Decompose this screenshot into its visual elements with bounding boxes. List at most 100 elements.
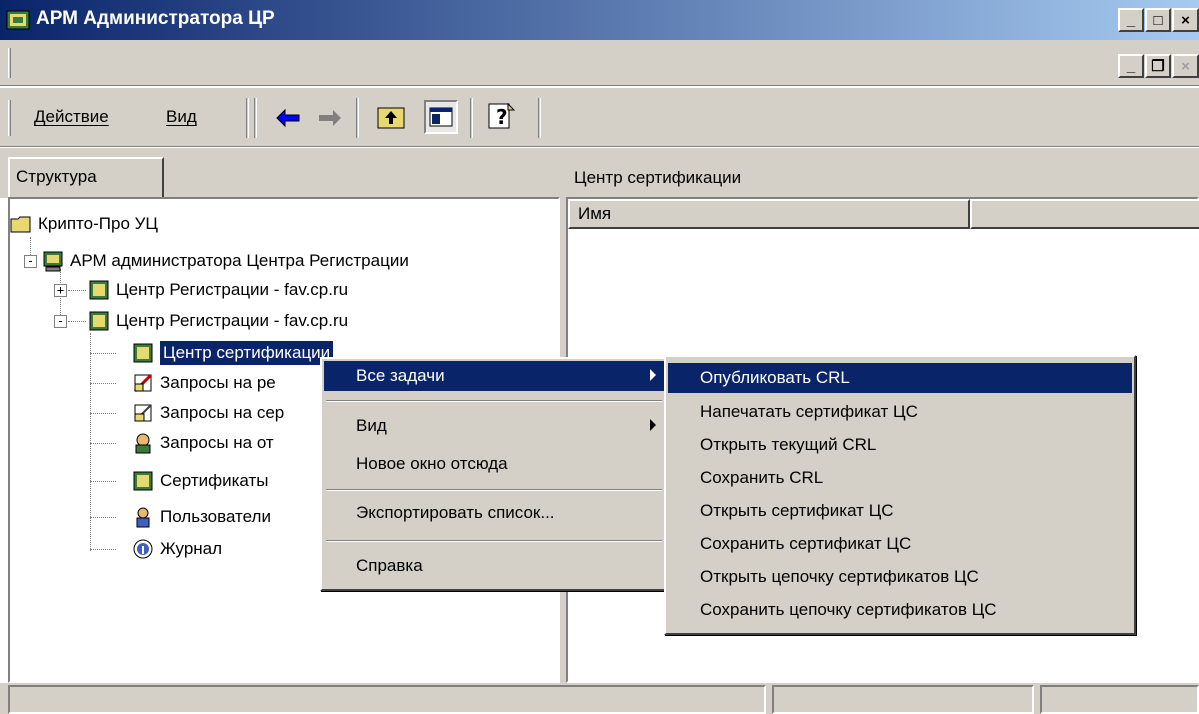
menu-item-view[interactable]: Вид xyxy=(324,411,664,441)
help-icon[interactable]: ? xyxy=(486,100,518,132)
tree-item-root[interactable]: Крипто-Про УЦ xyxy=(10,209,158,239)
menu-separator xyxy=(326,540,662,542)
collapse-toggle[interactable]: - xyxy=(54,315,67,328)
action-menu[interactable]: Действие xyxy=(34,107,109,127)
menu-item-label: Напечатать сертификат ЦС xyxy=(700,402,918,421)
child-close-button[interactable]: × xyxy=(1172,54,1199,78)
mmc-icon[interactable] xyxy=(6,8,30,32)
tree-item-log[interactable]: Журнал xyxy=(132,534,222,564)
column-header-name[interactable]: Имя xyxy=(568,199,970,229)
menu-item-label: Вид xyxy=(356,416,387,435)
menu-separator xyxy=(326,400,662,402)
submenu-item-save-ca-cert[interactable]: Сохранить сертификат ЦС xyxy=(668,529,1132,559)
tree-item-ca[interactable]: Центр сертификации xyxy=(132,338,334,368)
tree-item-arm[interactable]: АРМ администратора Центра Регистрации xyxy=(42,246,409,276)
tree-line xyxy=(90,353,116,354)
menu-item-label: Экспортировать список... xyxy=(356,503,555,522)
menu-item-new-window[interactable]: Новое окно отсюда xyxy=(324,449,664,479)
submenu-item-open-ca-cert[interactable]: Открыть сертификат ЦС xyxy=(668,496,1132,526)
up-folder-icon[interactable] xyxy=(376,102,406,132)
toolbar-grip xyxy=(8,100,11,136)
tab-structure-label: Структура xyxy=(16,167,97,186)
child-minimize-button[interactable]: _ xyxy=(1118,54,1144,78)
tree-item-center1[interactable]: Центр Регистрации - fav.cp.ru xyxy=(88,275,348,305)
tree-line xyxy=(90,481,116,482)
cert-icon xyxy=(132,342,154,364)
submenu-all-tasks[interactable]: Опубликовать CRL Напечатать сертификат Ц… xyxy=(664,355,1136,635)
expand-toggle[interactable]: + xyxy=(54,284,67,297)
tree-line xyxy=(68,321,86,322)
column-header-2[interactable] xyxy=(970,199,1199,229)
maximize-button[interactable]: □ xyxy=(1145,8,1171,32)
column-header-label: Имя xyxy=(578,204,612,223)
tree-label-selected: Центр сертификации xyxy=(160,341,334,365)
menu-separator xyxy=(326,489,662,491)
close-button[interactable]: × xyxy=(1172,8,1199,32)
svg-text:?: ? xyxy=(496,105,508,129)
tree-label: Центр Регистрации - fav.cp.ru xyxy=(116,311,349,330)
tree-line xyxy=(90,333,91,551)
menu-item-label: Сохранить цепочку сертификатов ЦС xyxy=(700,600,997,619)
cert-icon xyxy=(88,310,110,332)
view-menu[interactable]: Вид xyxy=(166,107,197,127)
user-request-icon xyxy=(132,432,154,454)
request-icon xyxy=(132,372,154,394)
collapse-toggle[interactable]: - xyxy=(24,255,37,268)
tree-item-certs[interactable]: Сертификаты xyxy=(132,466,268,496)
menu-item-label: Открыть цепочку сертификатов ЦС xyxy=(700,567,979,586)
tree-label: Запросы на ре xyxy=(160,373,276,392)
folder-icon xyxy=(10,213,32,235)
menu-item-help[interactable]: Справка xyxy=(324,551,664,581)
tree-item-req3[interactable]: Запросы на от xyxy=(132,428,274,458)
tree-label: Журнал xyxy=(160,539,223,558)
cert-icon xyxy=(132,470,154,492)
tab-structure[interactable]: Структура xyxy=(8,157,164,198)
forward-arrow-icon[interactable] xyxy=(316,104,344,132)
submenu-arrow-icon xyxy=(650,419,656,431)
tree-item-req2[interactable]: Запросы на сер xyxy=(132,398,284,428)
menu-item-label: Открыть текущий CRL xyxy=(700,435,877,454)
back-arrow-icon[interactable] xyxy=(274,104,302,132)
menu-item-label: Сохранить CRL xyxy=(700,468,824,487)
tree-label: Запросы на от xyxy=(160,433,274,452)
tree-line xyxy=(90,443,116,444)
minimize-button[interactable]: _ xyxy=(1118,8,1144,32)
submenu-item-save-cert-chain[interactable]: Сохранить цепочку сертификатов ЦС xyxy=(668,595,1132,625)
users-icon xyxy=(132,506,154,528)
submenu-item-open-current-crl[interactable]: Открыть текущий CRL xyxy=(668,430,1132,460)
right-panel-header: Центр сертификации xyxy=(574,168,742,187)
cert-icon xyxy=(88,279,110,301)
window-title: АРМ Администратора ЦР xyxy=(36,8,275,29)
toolbar-separator xyxy=(538,98,541,138)
submenu-item-save-crl[interactable]: Сохранить CRL xyxy=(668,463,1132,493)
submenu-item-publish-crl[interactable]: Опубликовать CRL xyxy=(668,363,1132,393)
submenu-arrow-icon xyxy=(650,369,656,381)
toolbar-separator xyxy=(356,98,359,138)
status-bar xyxy=(0,683,1199,714)
tree-item-req1[interactable]: Запросы на ре xyxy=(132,368,276,398)
menu-item-label: Сохранить сертификат ЦС xyxy=(700,534,912,553)
tree-line xyxy=(90,383,116,384)
submenu-item-print-ca-cert[interactable]: Напечатать сертификат ЦС xyxy=(668,397,1132,427)
context-menu[interactable]: Все задачи Вид Новое окно отсюда Экспорт… xyxy=(320,357,668,591)
menu-item-label: Новое окно отсюда xyxy=(356,454,508,473)
status-pane xyxy=(8,685,766,714)
menu-item-label: Все задачи xyxy=(356,366,445,385)
tree-item-center2[interactable]: Центр Регистрации - fav.cp.ru xyxy=(88,306,348,336)
toolbar-separator xyxy=(470,98,473,138)
tree-line xyxy=(90,517,116,518)
tree-item-users[interactable]: Пользователи xyxy=(132,502,271,532)
tree-line xyxy=(90,549,116,550)
tree-line xyxy=(90,413,116,414)
status-pane xyxy=(772,685,1034,714)
tree-label: Центр Регистрации - fav.cp.ru xyxy=(116,280,349,299)
submenu-item-open-cert-chain[interactable]: Открыть цепочку сертификатов ЦС xyxy=(668,562,1132,592)
title-bar[interactable]: АРМ Администратора ЦР _ □ × xyxy=(0,0,1199,40)
tree-label: Сертификаты xyxy=(160,471,269,490)
request-icon xyxy=(132,402,154,424)
menu-item-all-tasks[interactable]: Все задачи xyxy=(324,361,664,391)
show-tree-icon[interactable] xyxy=(424,100,458,134)
menu-item-export[interactable]: Экспортировать список... xyxy=(324,498,664,528)
child-restore-button[interactable]: ❐ xyxy=(1145,54,1171,78)
computer-icon xyxy=(42,250,64,272)
